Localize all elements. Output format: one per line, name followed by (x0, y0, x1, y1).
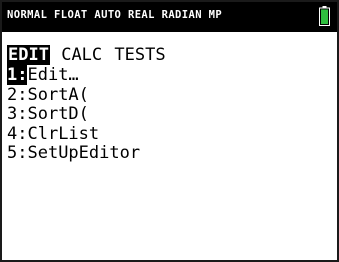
menu-item-number: 1: (7, 65, 28, 85)
tab-calc[interactable]: CALC (60, 45, 103, 65)
menu-item-label: Edit… (27, 65, 79, 85)
menu-item-label: ClrList (27, 123, 100, 144)
calculator-screen: NORMAL FLOAT AUTO REAL RADIAN MP EDIT CA… (0, 0, 339, 262)
menu-item-label: SortD( (27, 104, 89, 124)
tab-tests[interactable]: TESTS (113, 45, 166, 65)
menu-item-clrlist[interactable]: 4:ClrList (7, 123, 167, 145)
menu-item-number: 3: (7, 104, 28, 124)
battery-icon (319, 6, 330, 26)
menu-tabs: EDIT CALC TESTS (7, 45, 167, 66)
menu-item-number: 5: (7, 143, 28, 163)
menu-item-sorta[interactable]: 2:SortA( (7, 84, 167, 106)
menu-item-number: 4: (7, 123, 28, 144)
menu-item-label: SetUpEditor (27, 143, 141, 163)
menu-item-label: SortA( (27, 84, 89, 105)
menu-item-sortd[interactable]: 3:SortD( (7, 104, 167, 125)
status-bar: NORMAL FLOAT AUTO REAL RADIAN MP (2, 2, 337, 32)
mode-status-text: NORMAL FLOAT AUTO REAL RADIAN MP (7, 9, 223, 21)
tab-edit[interactable]: EDIT (7, 45, 50, 65)
menu-item-setupeditor[interactable]: 5:SetUpEditor (7, 143, 167, 164)
menu-item-number: 2: (7, 84, 28, 105)
list-ops-menu: EDIT CALC TESTS 1:Edit… 2:SortA( 3:SortD… (7, 45, 167, 164)
menu-item-edit[interactable]: 1:Edit… (7, 65, 167, 86)
